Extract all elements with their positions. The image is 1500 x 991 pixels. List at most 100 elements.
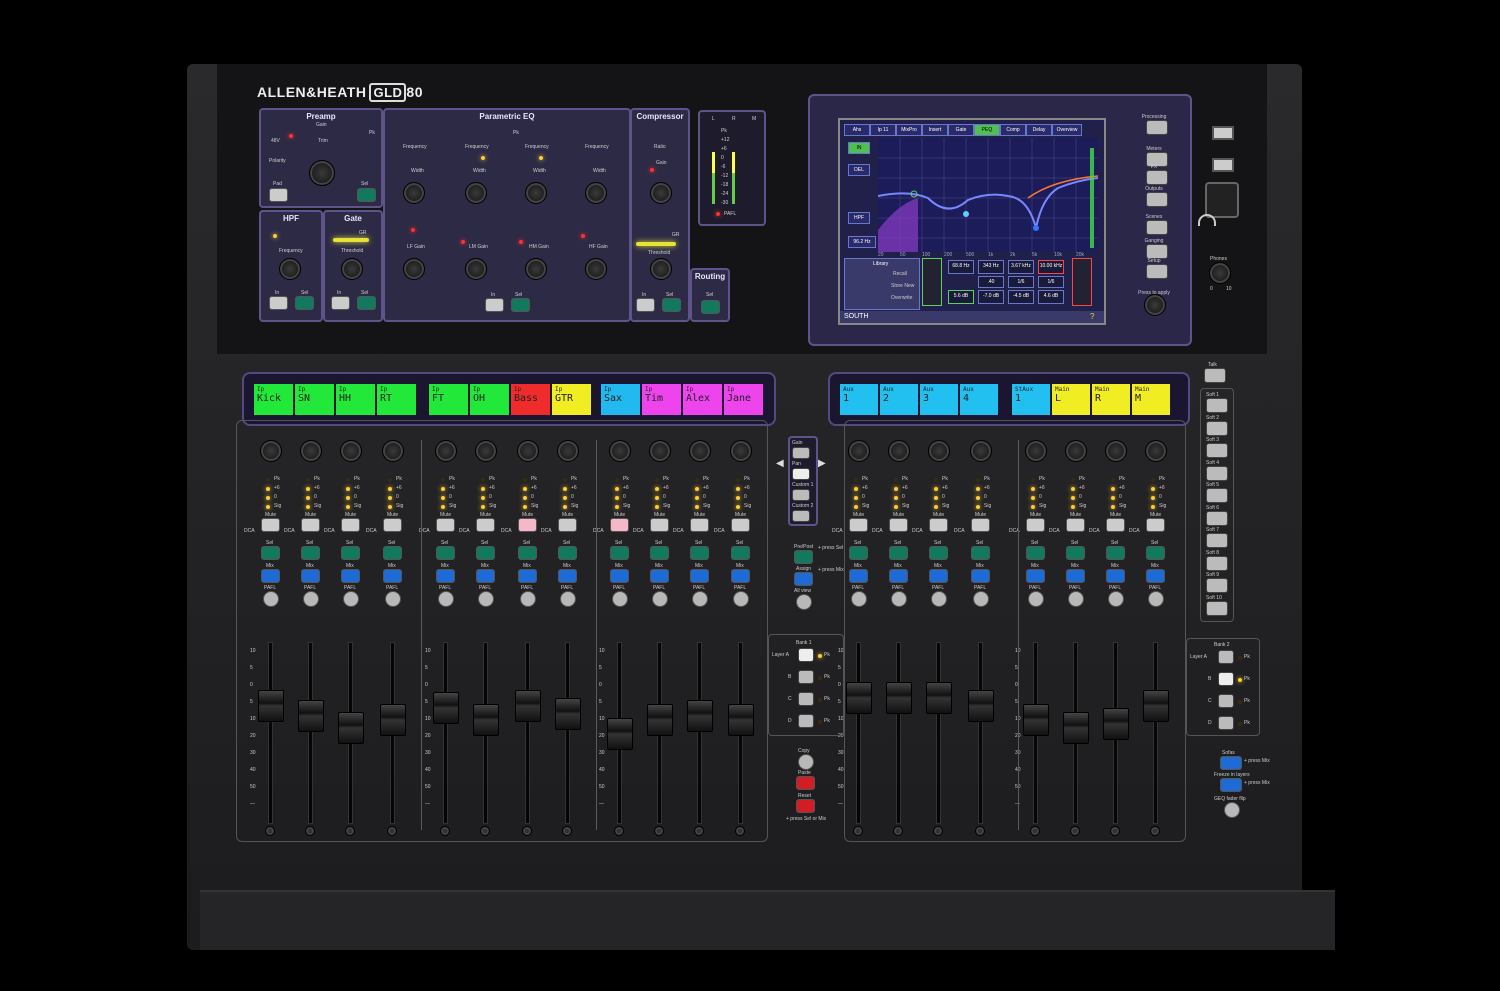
peq-sel-button[interactable]: [511, 298, 530, 312]
peq-in-button[interactable]: [485, 298, 504, 312]
screen-button-4[interactable]: [1146, 192, 1168, 207]
hm-gain-knob[interactable]: [525, 258, 547, 280]
tab-ahs[interactable]: Ahs: [844, 124, 870, 136]
tab-comp[interactable]: Comp: [1000, 124, 1026, 136]
gate-in-button[interactable]: [331, 296, 350, 310]
lf-gain-knob[interactable]: [403, 258, 425, 280]
hpf-sel-button[interactable]: [295, 296, 314, 310]
comp-sel-button[interactable]: [662, 298, 681, 312]
phones-level-knob[interactable]: [1209, 262, 1231, 284]
eq-graph[interactable]: [878, 138, 1098, 252]
band1-freq[interactable]: 68.8 Hz: [948, 260, 974, 274]
band3-width[interactable]: 1/6: [1008, 276, 1034, 288]
comp-threshold-knob[interactable]: [650, 258, 672, 280]
soft-key-button[interactable]: [1206, 465, 1228, 481]
soft-key-button[interactable]: [1206, 555, 1228, 571]
layer-button[interactable]: [1218, 694, 1234, 708]
band2-freq[interactable]: 343 Hz: [978, 260, 1004, 274]
soft-key-button[interactable]: [1206, 510, 1228, 526]
layer-button[interactable]: [798, 670, 814, 684]
screen-hpf-button[interactable]: HPF: [848, 212, 870, 224]
tab-overview[interactable]: Overview: [1052, 124, 1082, 136]
screen-rotary-encoder[interactable]: [1144, 294, 1166, 316]
band2-width[interactable]: .40: [978, 276, 1004, 288]
encoder-mode-button[interactable]: [792, 489, 810, 501]
screen-button-1[interactable]: [1146, 120, 1168, 135]
soft-key-button[interactable]: [1206, 443, 1228, 458]
band1-gain[interactable]: 5.6 dB: [948, 290, 974, 304]
band4-width-knob[interactable]: [585, 182, 607, 204]
band3-gain[interactable]: -4.5 dB: [1008, 290, 1034, 304]
gate-threshold-knob[interactable]: [341, 258, 363, 280]
screen-button-5[interactable]: [1146, 220, 1168, 235]
screen-button-3[interactable]: [1146, 170, 1168, 185]
band4-gain[interactable]: 4.6 dB: [1038, 290, 1064, 304]
layer-button[interactable]: [1218, 672, 1234, 686]
preamp-sel-button[interactable]: [357, 188, 376, 202]
usb-port-1[interactable]: [1212, 126, 1234, 140]
layer-button[interactable]: [1218, 716, 1234, 730]
screen-button-7[interactable]: [1146, 264, 1168, 279]
band4-freq[interactable]: 10.00 kHz: [1038, 260, 1064, 274]
sofas-button[interactable]: [1220, 756, 1242, 770]
copy-button[interactable]: [798, 754, 814, 770]
soft-key-button[interactable]: [1206, 600, 1228, 616]
tab-gate[interactable]: Gate: [948, 124, 974, 136]
band1-width-knob[interactable]: [403, 182, 425, 204]
all-view-button[interactable]: [796, 594, 812, 610]
soft-key-button[interactable]: [1206, 420, 1228, 436]
tab-ip11[interactable]: Ip 11: [870, 124, 896, 136]
help-icon[interactable]: ?: [1090, 312, 1094, 321]
paste-button[interactable]: [796, 776, 815, 790]
library-overwrite[interactable]: Overwrite: [891, 295, 912, 301]
tab-mixpro[interactable]: MixPro: [896, 124, 922, 136]
band-4-select[interactable]: [1072, 258, 1092, 306]
tab-delay[interactable]: Delay: [1026, 124, 1052, 136]
geq-button[interactable]: [1224, 802, 1240, 818]
encoder-mode-button[interactable]: [792, 510, 810, 522]
assign-button[interactable]: [794, 572, 813, 586]
screen-in-button[interactable]: IN: [848, 142, 870, 154]
touchscreen[interactable]: Ahs Ip 11 MixPro Insert Gate PEQ Comp De…: [838, 118, 1106, 325]
pad-button[interactable]: [269, 188, 288, 202]
band3-freq[interactable]: 3.67 kHz: [1008, 260, 1034, 274]
tab-peq[interactable]: PEQ: [974, 124, 1000, 136]
band-1-select[interactable]: [922, 258, 942, 306]
band3-width-knob[interactable]: [525, 182, 547, 204]
routing-sel-button[interactable]: [701, 300, 720, 314]
layer-button[interactable]: [798, 714, 814, 728]
band4-width[interactable]: 1/6: [1038, 276, 1064, 288]
gate-sel-button[interactable]: [357, 296, 376, 310]
soft-key-button[interactable]: [1206, 488, 1228, 503]
hpf-frequency-knob[interactable]: [279, 258, 301, 280]
talkback-xlr[interactable]: [1205, 182, 1239, 218]
comp-in-button[interactable]: [636, 298, 655, 312]
screen-del-button[interactable]: DEL: [848, 164, 870, 176]
usb-port-2[interactable]: [1212, 158, 1234, 172]
library-panel[interactable]: Library Recall Store New Overwrite: [844, 258, 920, 310]
screen-hpf-freq[interactable]: 96.2 Hz: [848, 236, 876, 248]
layer-button[interactable]: [798, 648, 814, 662]
lm-gain-knob[interactable]: [465, 258, 487, 280]
encoder-mode-button[interactable]: [792, 447, 810, 459]
library-recall[interactable]: Recall: [893, 271, 907, 277]
library-store-new[interactable]: Store New: [891, 283, 914, 289]
comp-gain-knob[interactable]: [650, 182, 672, 204]
band2-gain[interactable]: -7.0 dB: [978, 290, 1004, 304]
preamp-gain-knob[interactable]: [309, 160, 335, 186]
layer-button[interactable]: [798, 692, 814, 706]
hf-gain-knob[interactable]: [585, 258, 607, 280]
screen-button-6[interactable]: [1146, 244, 1168, 259]
hpf-in-button[interactable]: [269, 296, 288, 310]
pre-post-button[interactable]: [794, 550, 813, 564]
soft-key-button[interactable]: [1206, 578, 1228, 593]
talk-button[interactable]: [1204, 368, 1226, 383]
soft-key-button[interactable]: [1206, 398, 1228, 413]
band2-width-knob[interactable]: [465, 182, 487, 204]
freeze-button[interactable]: [1220, 778, 1242, 792]
encoder-mode-button[interactable]: [792, 468, 810, 480]
tab-insert[interactable]: Insert: [922, 124, 948, 136]
reset-button[interactable]: [796, 799, 815, 813]
soft-key-button[interactable]: [1206, 533, 1228, 548]
layer-button[interactable]: [1218, 650, 1234, 664]
